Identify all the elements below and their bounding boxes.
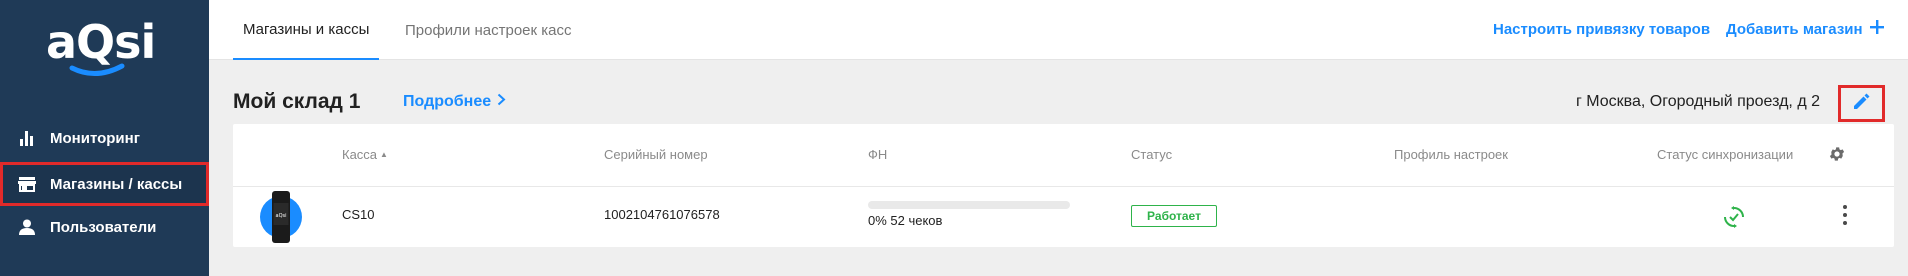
fn-progress-bar (868, 201, 1070, 209)
tab-label: Профили настроек касс (405, 21, 572, 39)
store-icon (18, 175, 36, 193)
sidebar-item-stores[interactable]: Магазины / кассы (0, 162, 209, 206)
column-header-kassa[interactable]: Касса ▲ (342, 147, 388, 162)
cell-serial: 1002104761076578 (604, 207, 720, 222)
gear-icon[interactable] (1828, 145, 1846, 163)
sidebar-item-label: Магазины / кассы (50, 175, 183, 193)
tab-register-profiles[interactable]: Профили настроек касс (405, 0, 571, 60)
column-header-fn: ФН (868, 147, 888, 162)
tab-stores-and-registers[interactable]: Магазины и кассы (233, 0, 380, 60)
add-store-label: Добавить магазин (1726, 20, 1863, 38)
chart-bars-icon (18, 129, 36, 147)
cell-kassa: CS10 (342, 207, 375, 222)
kebab-dot (1843, 213, 1847, 217)
tab-label: Магазины и кассы (243, 20, 370, 38)
sidebar-item-label: Пользователи (50, 218, 157, 236)
aqsi-logo[interactable]: aQsi (44, 14, 169, 78)
sync-icon (1722, 205, 1746, 229)
status-badge: Работает (1131, 205, 1217, 227)
kebab-dot (1843, 205, 1847, 209)
device-avatar: aQsi (260, 191, 302, 243)
top-bar: Магазины и кассы Профили настроек касс Н… (209, 0, 1908, 60)
row-menu-button[interactable] (1837, 203, 1853, 227)
column-header-serial: Серийный номер (604, 147, 708, 162)
sort-asc-icon: ▲ (380, 150, 388, 159)
kebab-dot (1843, 221, 1847, 225)
details-link[interactable]: Подробнее (403, 93, 506, 111)
edit-store-button[interactable] (1838, 85, 1885, 122)
device-screen-text: aQsi (276, 213, 287, 219)
column-header-status: Статус (1131, 147, 1173, 162)
details-label: Подробнее (403, 93, 492, 110)
configure-product-binding-link[interactable]: Настроить привязку товаров (1493, 0, 1710, 58)
plus-icon (1869, 20, 1884, 38)
svg-text:aQsi: aQsi (46, 15, 155, 69)
column-header-label: Касса (342, 147, 378, 162)
sidebar-item-users[interactable]: Пользователи (0, 205, 209, 249)
add-store-button[interactable]: Добавить магазин (1726, 0, 1884, 58)
sidebar-item-label: Мониторинг (50, 129, 140, 147)
column-header-sync-status: Статус синхронизации (1657, 147, 1794, 162)
store-title: Мой склад 1 (233, 90, 361, 113)
cell-fn-text: 0% 52 чеков (868, 213, 943, 228)
configure-link-label: Настроить привязку товаров (1493, 20, 1711, 38)
store-address: г Москва, Огородный проезд, д 2 (1575, 93, 1820, 110)
column-header-profile: Профиль настроек (1394, 147, 1508, 162)
sidebar-item-monitoring[interactable]: Мониторинг (0, 116, 209, 160)
chevron-right-icon (491, 93, 506, 111)
registers-table: Касса ▲ Серийный номер ФН Статус Профиль… (233, 124, 1894, 247)
user-icon (18, 218, 36, 236)
pencil-icon (1852, 92, 1871, 116)
sidebar: aQsi Мониторинг Магазины / кассы Пользов… (0, 0, 209, 276)
table-row[interactable]: aQsi CS10 1002104761076578 0% 52 чеков Р… (233, 187, 1894, 247)
